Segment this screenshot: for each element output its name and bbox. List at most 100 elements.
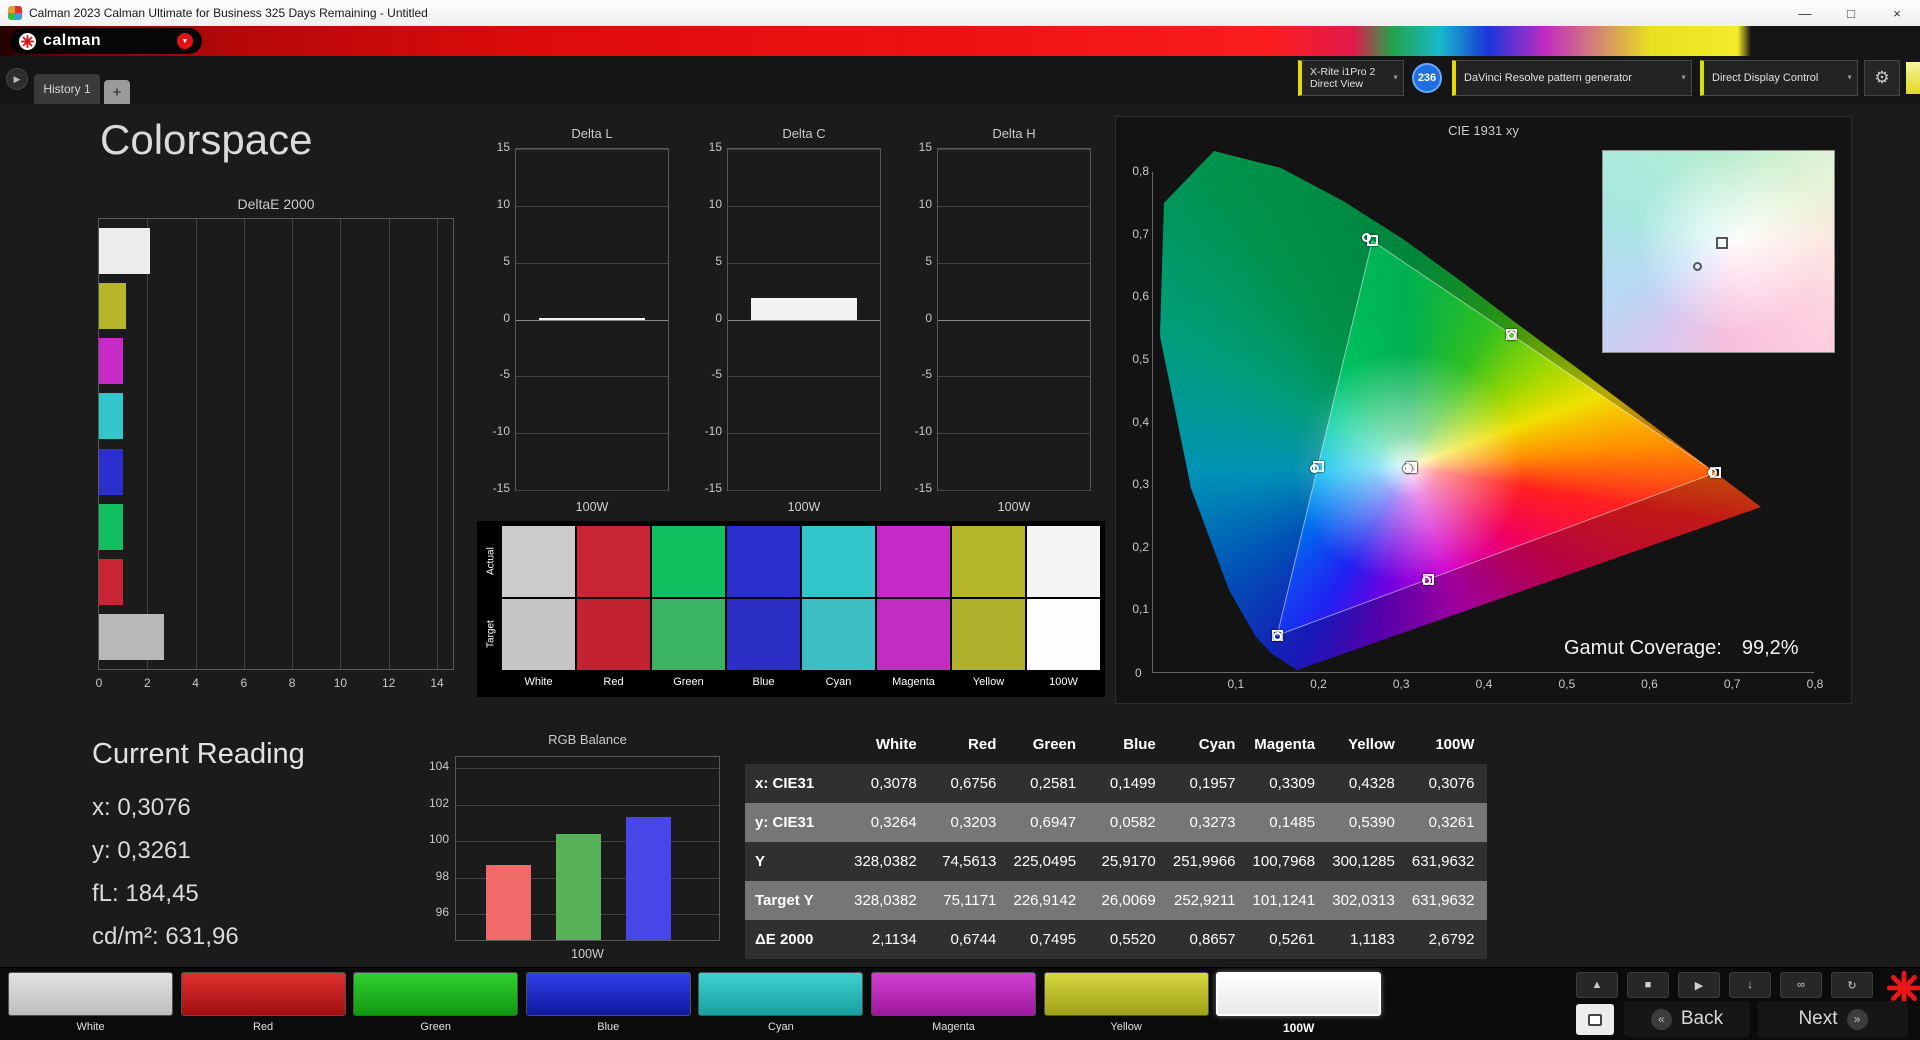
current-reading-title: Current Reading — [92, 738, 305, 770]
reading-y: y: 0,3261 — [92, 837, 191, 864]
swatch-label: Red — [603, 676, 624, 688]
gridline — [516, 433, 668, 435]
history-panel-toggle[interactable]: ▶ — [6, 68, 28, 90]
table-cell: 0,4328 — [1327, 764, 1407, 803]
pattern-button-green[interactable] — [353, 972, 519, 1016]
tab-toolbar: ▶ History 1 + X-Rite i1Pro 2 Direct View… — [0, 56, 1920, 104]
pattern-button-magenta[interactable] — [871, 972, 1036, 1016]
table-cell: 100,7968 — [1247, 842, 1328, 881]
chevron-down-icon: ▼ — [1846, 74, 1853, 82]
minimize-button[interactable]: — — [1782, 0, 1828, 26]
transport-controls: ▲ ■ ▶ ↓ ∞ ↻ — [1576, 972, 1886, 998]
rgb-y-axis: 96 98 100 102 104 — [413, 756, 449, 941]
swatch-corner — [482, 672, 500, 692]
axis-tick-label: 6 — [240, 676, 248, 690]
axis-tick-label: 96 — [435, 905, 449, 920]
tab-history-1[interactable]: History 1 — [34, 74, 100, 104]
cie-y-axis: 0,1 0,2 0,3 0,4 0,5 0,6 0,7 0,8 — [1119, 164, 1149, 672]
gridline — [938, 262, 1090, 264]
display-control-label: Direct Display Control — [1712, 72, 1819, 84]
swatch-label: 100W — [1049, 676, 1078, 688]
pattern-label-white: White — [76, 1021, 105, 1033]
actual-swatch-100w — [1027, 526, 1100, 597]
save-icon: ↓ — [1747, 979, 1753, 991]
column-header-cyan: Cyan — [1198, 736, 1236, 753]
pattern-button-blue[interactable] — [525, 972, 691, 1016]
axis-tick-label: -15 — [704, 481, 722, 495]
swatch-label: Blue — [752, 676, 775, 688]
pattern-window-button[interactable] — [1576, 1004, 1614, 1035]
save-button[interactable]: ↓ — [1729, 972, 1771, 998]
deltae-chart-title: DeltaE 2000 — [237, 196, 315, 212]
link-button[interactable]: ∞ — [1780, 972, 1822, 998]
current-reading-values: x: 0,3076 y: 0,3261 fL: 184,45 cd/m²: 631,9… — [92, 786, 239, 958]
meter-selector[interactable]: X-Rite i1Pro 2 Direct View ▼ — [1298, 60, 1404, 96]
pattern-button-yellow[interactable] — [1043, 972, 1209, 1016]
stop-button[interactable]: ■ — [1627, 972, 1669, 998]
settings-button[interactable]: ⚙ — [1864, 60, 1900, 96]
x-axis-label: 100W — [575, 500, 609, 514]
gear-icon: ⚙ — [1874, 68, 1890, 87]
maximize-button[interactable]: □ — [1828, 0, 1874, 26]
pattern-label-magenta: Magenta — [932, 1021, 975, 1033]
axis-tick-label: 10 — [333, 676, 348, 690]
row-label: Target Y — [745, 881, 849, 920]
deltae-row-100w — [99, 613, 453, 660]
measurement-table: White Red Green Blue Cyan Magenta Yellow 100W x:… — [745, 726, 1487, 959]
deltae-x-axis: 0 2 4 6 8 10 12 14 — [96, 676, 454, 690]
table-cell: 1,1183 — [1327, 920, 1407, 959]
pattern-generator-selector[interactable]: DaVinci Resolve pattern generator ▼ — [1452, 60, 1692, 96]
table-cell: 75,1171 — [928, 881, 1009, 920]
column-header-red: Red — [968, 736, 997, 753]
pattern-button-white[interactable] — [8, 972, 173, 1016]
back-button[interactable]: « Back — [1624, 1001, 1750, 1037]
actual-swatch-yellow — [952, 526, 1025, 597]
pattern-button-cyan[interactable] — [698, 972, 864, 1016]
rgb-x-axis-label: 100W — [571, 947, 604, 961]
swatch-label: Yellow — [972, 676, 1005, 688]
axis-tick-label: -15 — [914, 481, 932, 495]
gridline — [938, 490, 1090, 491]
deltae-row-green — [99, 503, 453, 550]
axis-tick-label: 0,4 — [1475, 677, 1493, 691]
refresh-button[interactable]: ↻ — [1831, 972, 1873, 998]
axis-tick-label: -5 — [711, 367, 722, 382]
whitepoint-zoom-inset — [1602, 150, 1835, 353]
axis-tick-label: 8 — [288, 676, 296, 690]
axis-tick-label: 0,5 — [1558, 677, 1576, 691]
calman-logo-menu[interactable]: calman ▼ — [10, 28, 202, 54]
target-row-label: Target — [485, 620, 497, 649]
up-arrow-button[interactable]: ▲ — [1576, 972, 1618, 998]
plot-area — [937, 148, 1091, 491]
pattern-button-100w[interactable] — [1216, 972, 1382, 1016]
table-cell: 0,5261 — [1247, 920, 1328, 959]
close-button[interactable]: × — [1874, 0, 1920, 26]
play-icon: ▶ — [1694, 979, 1704, 992]
gridline — [516, 490, 668, 491]
axis-tick-label: 10 — [708, 196, 722, 211]
table-cell: 0,3309 — [1247, 764, 1328, 803]
logo-dropdown-button[interactable]: ▼ — [177, 33, 193, 49]
table-cell: 252,9211 — [1167, 881, 1248, 920]
column-header-green: Green — [1032, 736, 1077, 753]
axis-tick-label: 4 — [192, 676, 199, 690]
column-header-magenta: Magenta — [1254, 736, 1316, 753]
deltae-row-cyan — [99, 393, 453, 440]
add-tab-button[interactable]: + — [104, 80, 130, 104]
next-button[interactable]: Next » — [1758, 1001, 1908, 1037]
axis-tick-label: 0,1 — [1227, 677, 1245, 691]
play-button[interactable]: ▶ — [1678, 972, 1720, 998]
next-label: Next — [1798, 1008, 1838, 1029]
gridline — [516, 319, 668, 321]
meter-count-badge[interactable]: 236 — [1412, 63, 1442, 93]
x-axis-label: 100W — [787, 500, 821, 514]
cie-chart-title: CIE 1931 xy — [1448, 123, 1519, 138]
table-cell: 0,3273 — [1167, 803, 1248, 842]
toolbar-overflow-button[interactable] — [1906, 62, 1920, 94]
gridline — [456, 804, 719, 806]
pattern-button-red[interactable] — [180, 972, 346, 1016]
display-control-selector[interactable]: Direct Display Control ▼ — [1700, 60, 1858, 96]
deltae-bar-100w — [99, 613, 164, 660]
axis-tick-label: 0,5 — [1132, 351, 1149, 366]
axis-tick-label: 14 — [430, 676, 444, 690]
